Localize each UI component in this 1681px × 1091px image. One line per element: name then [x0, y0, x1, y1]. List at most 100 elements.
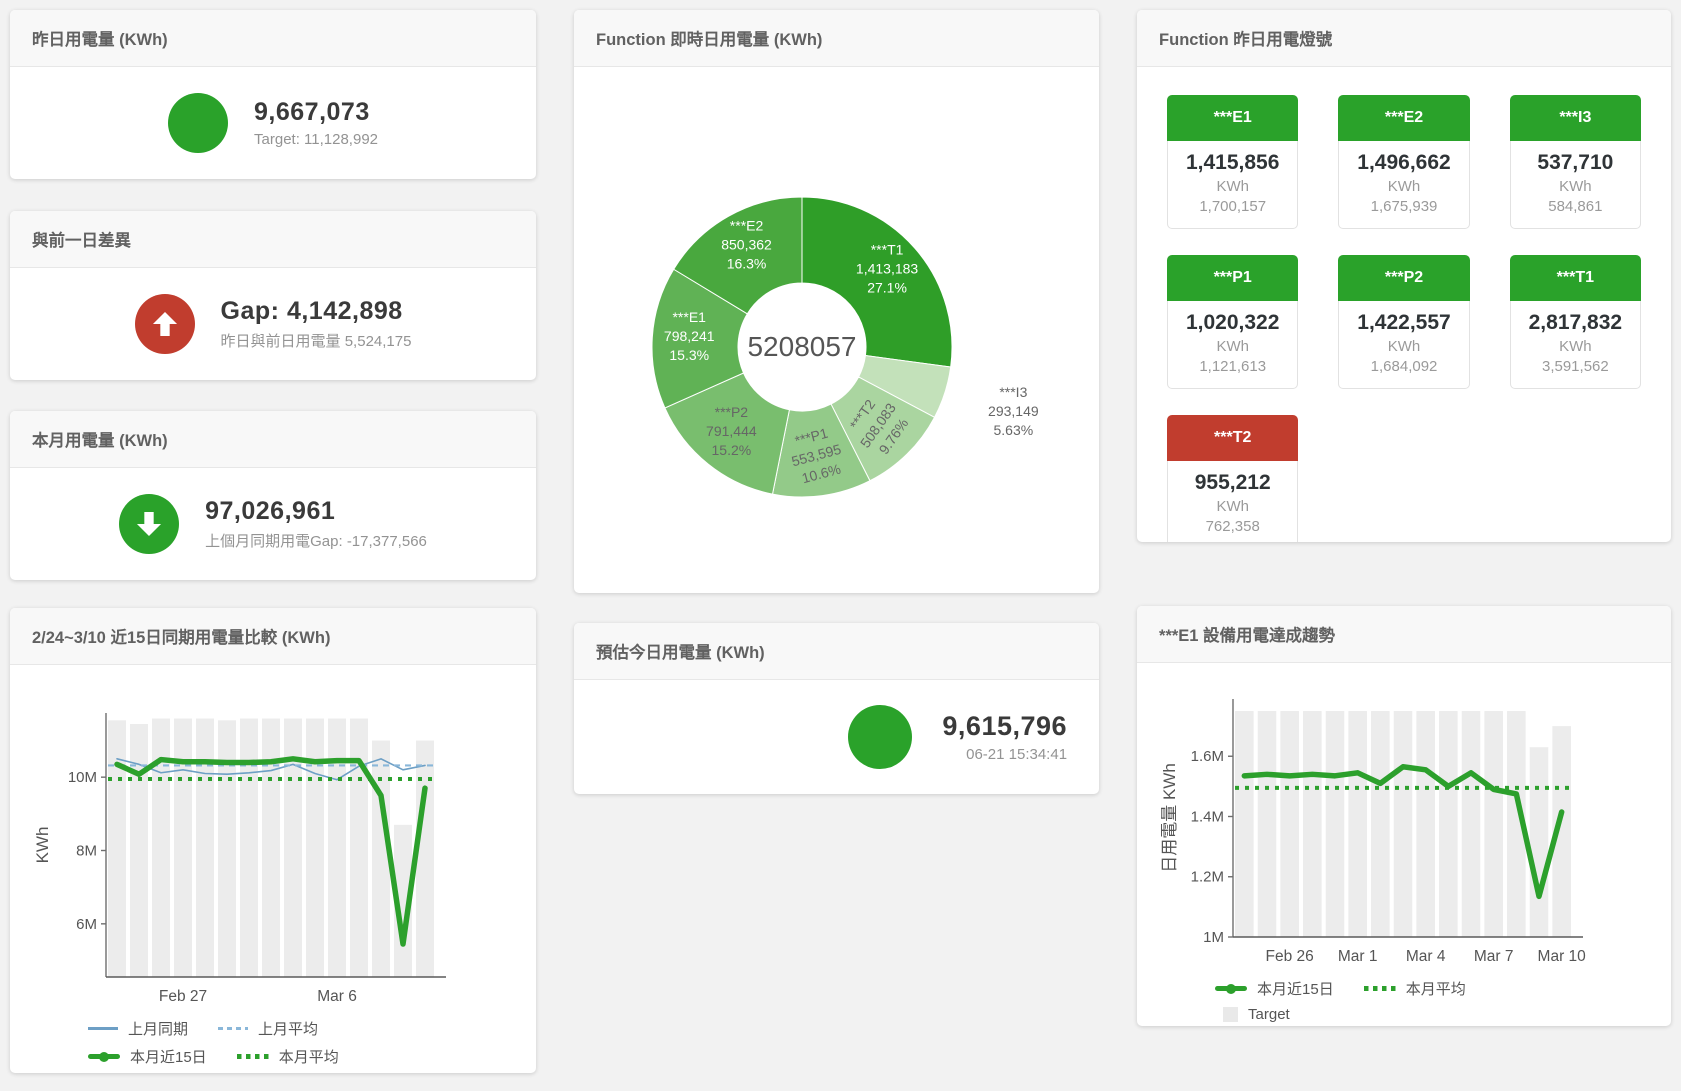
target-bar	[328, 719, 346, 978]
target-bar	[1530, 747, 1549, 937]
status-tiles-grid: ***E11,415,856KWh1,700,157***E21,496,662…	[1167, 95, 1641, 542]
tile-value: 955,212	[1174, 471, 1291, 495]
function-usage-donut-chart: ***T11,413,18327.1%***I3293,1495.63%***T…	[574, 103, 1084, 563]
status-tile-I3: ***I3537,710KWh584,861	[1510, 95, 1641, 229]
left-column: 昨日用電量 (KWh) 9,667,073 Target: 11,128,992…	[10, 10, 536, 1073]
legend-item[interactable]: 上月同期	[88, 1018, 188, 1039]
card-compare-chart: 2/24~3/10 近15日同期用電量比較 (KWh) 6M8M10MFeb 2…	[10, 608, 536, 1073]
tile-unit: KWh	[1517, 338, 1634, 355]
target-bar	[1303, 711, 1322, 937]
target-bar	[1462, 711, 1481, 937]
tile-label: ***E2	[1338, 95, 1469, 141]
tile-unit: KWh	[1174, 178, 1291, 195]
x-tick-label: Mar 7	[1474, 948, 1514, 965]
legend-thick-marker-icon	[88, 1054, 120, 1059]
target-bar	[262, 719, 280, 978]
card-status-tiles: Function 昨日用電燈號 ***E11,415,856KWh1,700,1…	[1137, 10, 1671, 542]
target-bar	[174, 719, 192, 978]
target-bar	[1416, 711, 1435, 937]
legend-item[interactable]: 本月近15日	[1215, 978, 1334, 999]
status-tile-T1: ***T12,817,832KWh3,591,562	[1510, 255, 1641, 389]
middle-column: Function 即時日用電量 (KWh) ***T11,413,18327.1…	[574, 10, 1099, 1073]
tiles-card-title: Function 昨日用電燈號	[1137, 10, 1671, 67]
tile-target: 1,121,613	[1174, 358, 1291, 375]
y-axis-label: KWh	[33, 827, 52, 864]
target-bar	[1280, 711, 1299, 937]
x-tick-label: Mar 4	[1406, 948, 1446, 965]
legend-item[interactable]: 本月近15日	[88, 1046, 207, 1067]
legend-square-marker-icon	[1223, 1007, 1238, 1022]
compare-chart-legend: 上月同期上月平均本月近15日本月平均Target	[88, 1018, 536, 1073]
x-tick-label: Feb 26	[1266, 948, 1314, 965]
y-tick-label: 1.4M	[1191, 808, 1224, 825]
trend-chart-legend: 本月近15日 本月平均 Target	[1215, 978, 1671, 1023]
yesterday-usage-value: 9,667,073	[254, 98, 378, 127]
legend-label: 上月同期	[128, 1018, 188, 1039]
card-e1-trend-chart: ***E1 設備用電達成趨勢 1M 1.2M 1.4M 1.6M Feb 26 Mar 1…	[1137, 606, 1671, 1026]
tile-body: 537,710KWh584,861	[1510, 141, 1641, 229]
y-tick-label: 1M	[1203, 929, 1224, 946]
y-tick-label: 1.6M	[1191, 748, 1224, 765]
target-bar	[1439, 711, 1458, 937]
y-tick-label: 6M	[76, 916, 97, 933]
target-bar	[1394, 711, 1413, 937]
tile-unit: KWh	[1174, 498, 1291, 515]
card-yesterday-usage: 昨日用電量 (KWh) 9,667,073 Target: 11,128,992	[10, 10, 536, 179]
x-tick-label: Mar 6	[317, 988, 357, 1005]
tile-value: 1,415,856	[1174, 151, 1291, 175]
x-tick-label: Mar 1	[1338, 948, 1378, 965]
card-yesterday-title: 昨日用電量 (KWh)	[10, 10, 536, 67]
legend-dash-marker-icon	[218, 1027, 248, 1030]
card-month-title: 本月用電量 (KWh)	[10, 411, 536, 468]
legend-thick-marker-icon	[1215, 986, 1247, 991]
legend-label: 本月平均	[1406, 978, 1466, 999]
tile-body: 1,496,662 KWh 1,675,939	[1338, 141, 1469, 229]
y-tick-label: 1.2M	[1191, 869, 1224, 886]
legend-item[interactable]: Target	[1215, 1006, 1290, 1023]
compare-chart-title: 2/24~3/10 近15日同期用電量比較 (KWh)	[10, 608, 536, 665]
card-day-gap-title: 與前一日差異	[10, 211, 536, 268]
estimate-value: 9,615,796	[942, 711, 1067, 742]
legend-item[interactable]: 本月平均	[1364, 978, 1466, 999]
green-status-circle-icon	[168, 93, 228, 153]
target-bar	[1235, 711, 1254, 937]
month-usage-gap: 上個月同期用電Gap: -17,377,566	[205, 530, 427, 551]
target-bar	[372, 741, 390, 978]
target-bar	[1348, 711, 1367, 937]
legend-item[interactable]: 本月平均	[237, 1046, 339, 1067]
tile-target: 584,861	[1517, 198, 1634, 215]
legend-item[interactable]: 上月平均	[218, 1018, 318, 1039]
month-usage-value: 97,026,961	[205, 497, 427, 526]
tile-value: 1,422,557	[1345, 311, 1462, 335]
status-tile-E2: ***E2 1,496,662 KWh 1,675,939	[1338, 95, 1469, 229]
donut-center-total: 5208057	[748, 331, 857, 362]
trend-chart-title: ***E1 設備用電達成趨勢	[1137, 606, 1671, 663]
tile-unit: KWh	[1174, 338, 1291, 355]
status-tile-E1: ***E11,415,856KWh1,700,157	[1167, 95, 1298, 229]
status-tile-P2: ***P21,422,557KWh1,684,092	[1338, 255, 1469, 389]
y-axis-label: 日用電量 KWh	[1160, 763, 1179, 873]
target-bar	[1326, 711, 1345, 937]
y-tick-label: 8M	[76, 843, 97, 860]
tile-label: ***P2	[1338, 255, 1469, 301]
target-bar	[1371, 711, 1390, 937]
x-tick-label: Mar 10	[1538, 948, 1587, 965]
tile-label: ***P1	[1167, 255, 1298, 301]
estimate-timestamp: 06-21 15:34:41	[942, 746, 1067, 763]
green-status-circle-icon	[848, 705, 912, 769]
tile-value: 537,710	[1517, 151, 1634, 175]
legend-dots-marker-icon	[1364, 986, 1396, 991]
tile-target: 1,684,092	[1345, 358, 1462, 375]
tile-value: 1,496,662	[1345, 151, 1462, 175]
legend-line-marker-icon	[88, 1027, 118, 1030]
tile-unit: KWh	[1345, 178, 1462, 195]
tile-body: 955,212KWh762,358	[1167, 461, 1298, 542]
tile-value: 1,020,322	[1174, 311, 1291, 335]
arrow-down-icon	[119, 494, 179, 554]
tile-label: ***T1	[1510, 255, 1641, 301]
target-bar	[240, 719, 258, 978]
estimate-title: 預估今日用電量 (KWh)	[574, 623, 1099, 680]
tile-target: 1,675,939	[1345, 198, 1462, 215]
tile-target: 3,591,562	[1517, 358, 1634, 375]
status-tile-T2: ***T2955,212KWh762,358	[1167, 415, 1298, 542]
